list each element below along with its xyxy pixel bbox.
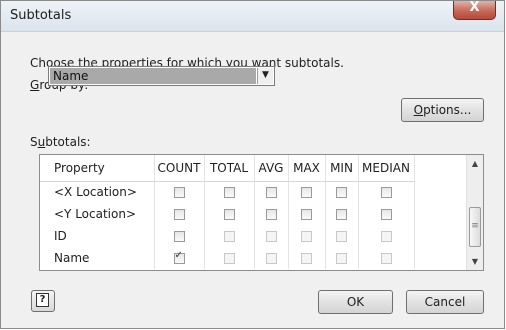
total-checkbox (223, 253, 235, 264)
cell-max (288, 247, 326, 269)
column-header-count: COUNT (154, 155, 205, 182)
grip-icon: ≡ (471, 221, 479, 231)
help-button[interactable]: ? (31, 290, 55, 312)
total-checkbox[interactable] (223, 187, 235, 199)
total-checkbox[interactable] (223, 209, 235, 220)
count-checkbox[interactable] (173, 209, 185, 220)
median-checkbox (380, 253, 392, 264)
property-cell: Name (40, 247, 155, 269)
title-bar[interactable]: Subtotals X (1, 0, 504, 32)
table-row: <Y Location> (40, 203, 415, 225)
min-checkbox[interactable] (336, 209, 347, 220)
cell-total (204, 247, 255, 269)
max-checkbox (301, 231, 312, 242)
cell-avg (254, 247, 289, 269)
subtotals-label-rest: btotals: (45, 135, 91, 149)
cell-min (325, 181, 359, 203)
cell-count (154, 247, 205, 269)
property-cell: <Y Location> (40, 203, 155, 225)
column-header-max: MAX (288, 155, 326, 182)
column-header-total: TOTAL (204, 155, 255, 182)
table-row: Name (40, 247, 415, 269)
cell-min (325, 247, 359, 269)
options-button[interactable]: Options... (401, 98, 484, 122)
table-row: ID (40, 225, 415, 247)
chevron-down-icon[interactable]: ▼ (257, 68, 273, 84)
cancel-button[interactable]: Cancel (406, 290, 484, 314)
help-icon: ? (36, 293, 49, 307)
window-title: Subtotals (10, 8, 72, 23)
median-checkbox[interactable] (380, 209, 392, 220)
min-checkbox (336, 231, 347, 242)
table-header-row: Property COUNT TOTAL AVG MAX MIN MEDIAN (40, 155, 415, 182)
min-checkbox (336, 253, 347, 264)
scrollbar-thumb[interactable]: ≡ (469, 207, 481, 247)
scroll-up-icon[interactable]: ▲ (467, 155, 483, 172)
count-checkbox[interactable] (173, 187, 185, 199)
cell-median (358, 203, 415, 225)
column-header-avg: AVG (254, 155, 289, 182)
avg-checkbox (265, 231, 277, 242)
min-checkbox[interactable] (336, 187, 347, 199)
close-button[interactable]: X (453, 0, 496, 20)
total-checkbox (223, 231, 235, 242)
cell-min (325, 225, 359, 247)
cell-avg (254, 181, 289, 203)
subtotals-label-pre: S (30, 135, 38, 149)
avg-checkbox[interactable] (265, 187, 277, 199)
count-checkbox[interactable] (173, 231, 185, 242)
cell-min (325, 203, 359, 225)
avg-checkbox (265, 253, 277, 264)
subtotals-label: Subtotals: (30, 135, 91, 149)
group-by-mnemonic: G (30, 78, 40, 92)
column-header-property: Property (40, 155, 155, 182)
subtotals-grid: Property COUNT TOTAL AVG MAX MIN MEDIAN … (39, 154, 484, 271)
group-by-dropdown[interactable]: Name ▼ (48, 66, 275, 86)
vertical-scrollbar[interactable]: ▲ ≡ ▼ (466, 155, 483, 270)
property-cell: <X Location> (40, 181, 155, 203)
scroll-down-icon[interactable]: ▼ (467, 253, 483, 270)
cell-count (154, 225, 205, 247)
cell-count (154, 203, 205, 225)
ok-button[interactable]: OK (318, 290, 393, 314)
median-checkbox (380, 231, 392, 242)
max-checkbox[interactable] (301, 187, 312, 199)
median-checkbox[interactable] (380, 187, 392, 199)
cell-max (288, 203, 326, 225)
max-checkbox[interactable] (301, 209, 312, 220)
cell-count (154, 181, 205, 203)
subtotals-table: Property COUNT TOTAL AVG MAX MIN MEDIAN … (40, 155, 415, 269)
max-checkbox (301, 253, 312, 264)
options-mnemonic: O (413, 103, 424, 117)
cell-max (288, 225, 326, 247)
close-icon: X (469, 0, 480, 15)
column-header-median: MEDIAN (358, 155, 415, 182)
avg-checkbox[interactable] (265, 209, 277, 220)
options-label-rest: ptions... (423, 103, 472, 117)
cell-median (358, 225, 415, 247)
cell-avg (254, 225, 289, 247)
column-header-min: MIN (325, 155, 359, 182)
cell-max (288, 181, 326, 203)
property-cell: ID (40, 225, 155, 247)
count-checkbox[interactable] (173, 250, 185, 264)
subtotals-dialog: Subtotals X Choose the properties for wh… (0, 0, 505, 329)
cell-total (204, 225, 255, 247)
table-row: <X Location> (40, 181, 415, 203)
cell-median (358, 181, 415, 203)
cell-median (358, 247, 415, 269)
cell-total (204, 203, 255, 225)
group-by-selected-value: Name (50, 68, 256, 84)
cell-total (204, 181, 255, 203)
cell-avg (254, 203, 289, 225)
